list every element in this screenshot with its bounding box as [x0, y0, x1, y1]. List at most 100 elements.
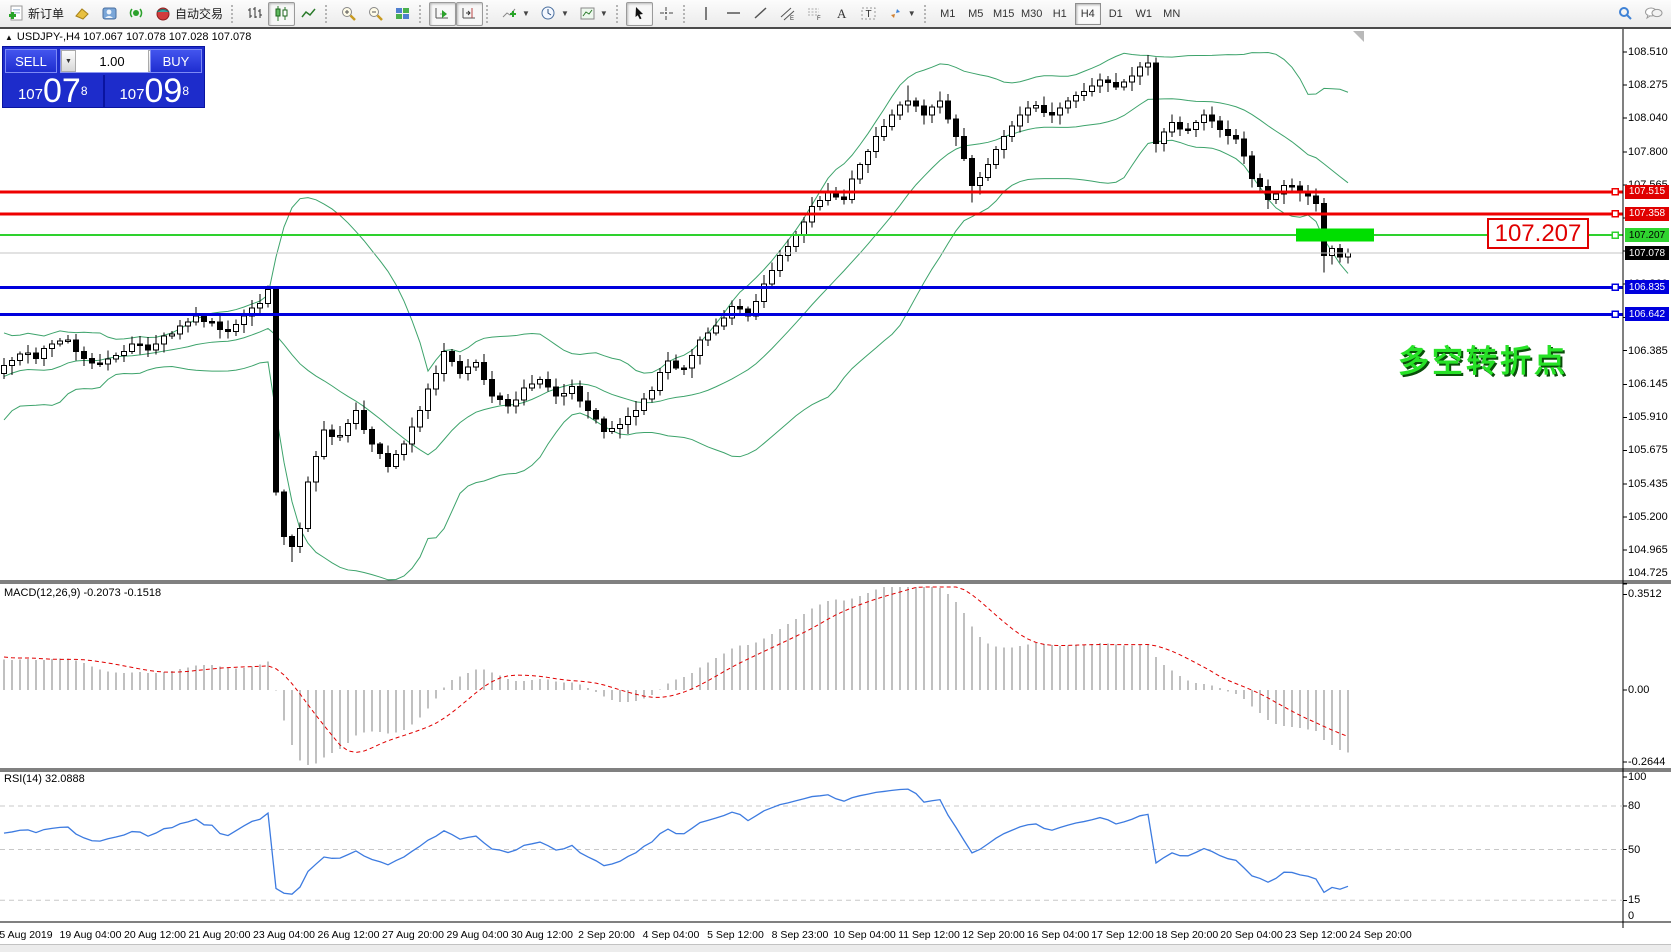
sell-price[interactable]: 107078 [3, 75, 105, 108]
candle-body [146, 345, 151, 350]
candle-body [130, 344, 135, 351]
zoom-in-icon [340, 5, 357, 22]
timeframe-w1-button[interactable]: W1 [1131, 3, 1157, 25]
buy-price[interactable]: 107098 [105, 75, 205, 108]
candle-body [1058, 108, 1063, 115]
timeframe-m5-button[interactable]: M5 [963, 3, 989, 25]
dropdown-caret-icon[interactable]: ▼ [908, 9, 916, 18]
bar-chart-button[interactable] [241, 2, 268, 26]
buy-price-big: 09 [145, 76, 183, 106]
level-drag-handle[interactable] [1612, 311, 1618, 317]
label-button[interactable]: T [855, 2, 882, 26]
price-tick-label: 106.145 [1628, 378, 1668, 390]
timeframe-m1-button[interactable]: M1 [935, 3, 961, 25]
hline-button[interactable] [720, 2, 747, 26]
vline-button[interactable] [693, 2, 720, 26]
candle-body [738, 306, 743, 309]
time-axis-label: 20 Sep 04:00 [1220, 929, 1282, 941]
auto-scroll-button[interactable] [429, 2, 456, 26]
level-drag-handle[interactable] [1612, 232, 1618, 238]
history-button[interactable] [69, 2, 96, 26]
timeframe-h4-button[interactable]: H4 [1075, 3, 1101, 25]
candle-body [1290, 185, 1295, 187]
accounts-button[interactable] [96, 2, 123, 26]
new-order-button[interactable]: 新订单 [3, 2, 69, 26]
zoom-in-button[interactable] [335, 2, 362, 26]
level-highlight-band[interactable] [1296, 229, 1374, 242]
timeframe-mn-button[interactable]: MN [1159, 3, 1185, 25]
tile-windows-button[interactable] [389, 2, 416, 26]
indicators-button[interactable]: ▼ [496, 2, 535, 26]
candles [2, 55, 1351, 562]
toolbar-grip [231, 5, 238, 23]
candle-body [1242, 139, 1247, 156]
bottom-strip [0, 944, 1671, 952]
candle-body [818, 201, 823, 207]
price-line-label: 106.835 [1625, 280, 1669, 294]
frame [0, 28, 1671, 928]
level-drag-handle[interactable] [1612, 211, 1618, 217]
candle-body [514, 400, 519, 406]
candle-body [906, 101, 911, 105]
arrows-button[interactable]: ▼ [882, 2, 921, 26]
time-axis-label: 5 Sep 12:00 [707, 929, 764, 941]
channel-button[interactable]: E [774, 2, 801, 26]
sell-button[interactable]: SELL [5, 49, 57, 73]
candle-chart-button[interactable] [268, 2, 295, 26]
dropdown-caret-icon[interactable]: ▼ [561, 9, 569, 18]
volume-decrease-button[interactable]: ▼ [61, 50, 76, 72]
text-button[interactable]: A [828, 2, 855, 26]
candle-body [962, 136, 967, 158]
candle-body [658, 373, 663, 391]
candle-body [74, 340, 79, 352]
candle-body [82, 352, 87, 359]
buy-button[interactable]: BUY [150, 49, 202, 73]
candle-body [282, 492, 287, 537]
rsi-line [4, 789, 1348, 894]
collapse-arrow-icon[interactable]: ▲ [5, 33, 13, 42]
svg-text:F: F [817, 16, 821, 22]
candle-body [626, 417, 631, 425]
candle-body [1154, 63, 1159, 143]
time-axis-label: 26 Aug 12:00 [318, 929, 380, 941]
candle-body [722, 318, 727, 326]
periods-button[interactable]: ▼ [535, 2, 574, 26]
candle-body [714, 326, 719, 333]
search-icon [1617, 5, 1634, 22]
chart-shift-button[interactable] [456, 2, 483, 26]
candle-body [10, 361, 15, 366]
volume-input[interactable] [76, 50, 148, 72]
crosshair-button[interactable] [653, 2, 680, 26]
time-axis-label: 10 Sep 04:00 [833, 929, 895, 941]
time-axis-label: 20 Aug 12:00 [124, 929, 186, 941]
signals-icon [128, 5, 145, 22]
signals-button[interactable] [123, 2, 150, 26]
rsi-scale-label: 50 [1628, 844, 1640, 856]
candle-body [890, 115, 895, 126]
autotrade-button[interactable]: 自动交易 [150, 2, 228, 26]
templates-button[interactable]: ▼ [574, 2, 613, 26]
level-drag-handle[interactable] [1612, 189, 1618, 195]
indicators-icon [501, 5, 518, 22]
zoom-out-button[interactable] [362, 2, 389, 26]
price-line-label: 107.358 [1625, 207, 1669, 221]
timeframe-h1-button[interactable]: H1 [1047, 3, 1073, 25]
search-button[interactable] [1612, 2, 1639, 26]
dropdown-caret-icon[interactable]: ▼ [600, 9, 608, 18]
fibonacci-button[interactable]: F [801, 2, 828, 26]
trendline-button[interactable] [747, 2, 774, 26]
timeframe-m30-button[interactable]: M30 [1019, 3, 1045, 25]
cursor-button[interactable] [626, 2, 653, 26]
pivot-annotation-text[interactable]: 多空转折点 [1398, 336, 1568, 381]
chat-button[interactable] [1639, 2, 1668, 26]
level-drag-handle[interactable] [1612, 284, 1618, 290]
candle-body [122, 351, 127, 355]
candle-body [450, 351, 455, 361]
timeframe-m15-button[interactable]: M15 [991, 3, 1017, 25]
price-callout-label[interactable]: 107.207 [1487, 218, 1589, 249]
rsi-label: RSI(14) 32.0888 [4, 773, 85, 785]
line-chart-button[interactable] [295, 2, 322, 26]
candle-body [1170, 122, 1175, 132]
timeframe-d1-button[interactable]: D1 [1103, 3, 1129, 25]
dropdown-caret-icon[interactable]: ▼ [522, 9, 530, 18]
